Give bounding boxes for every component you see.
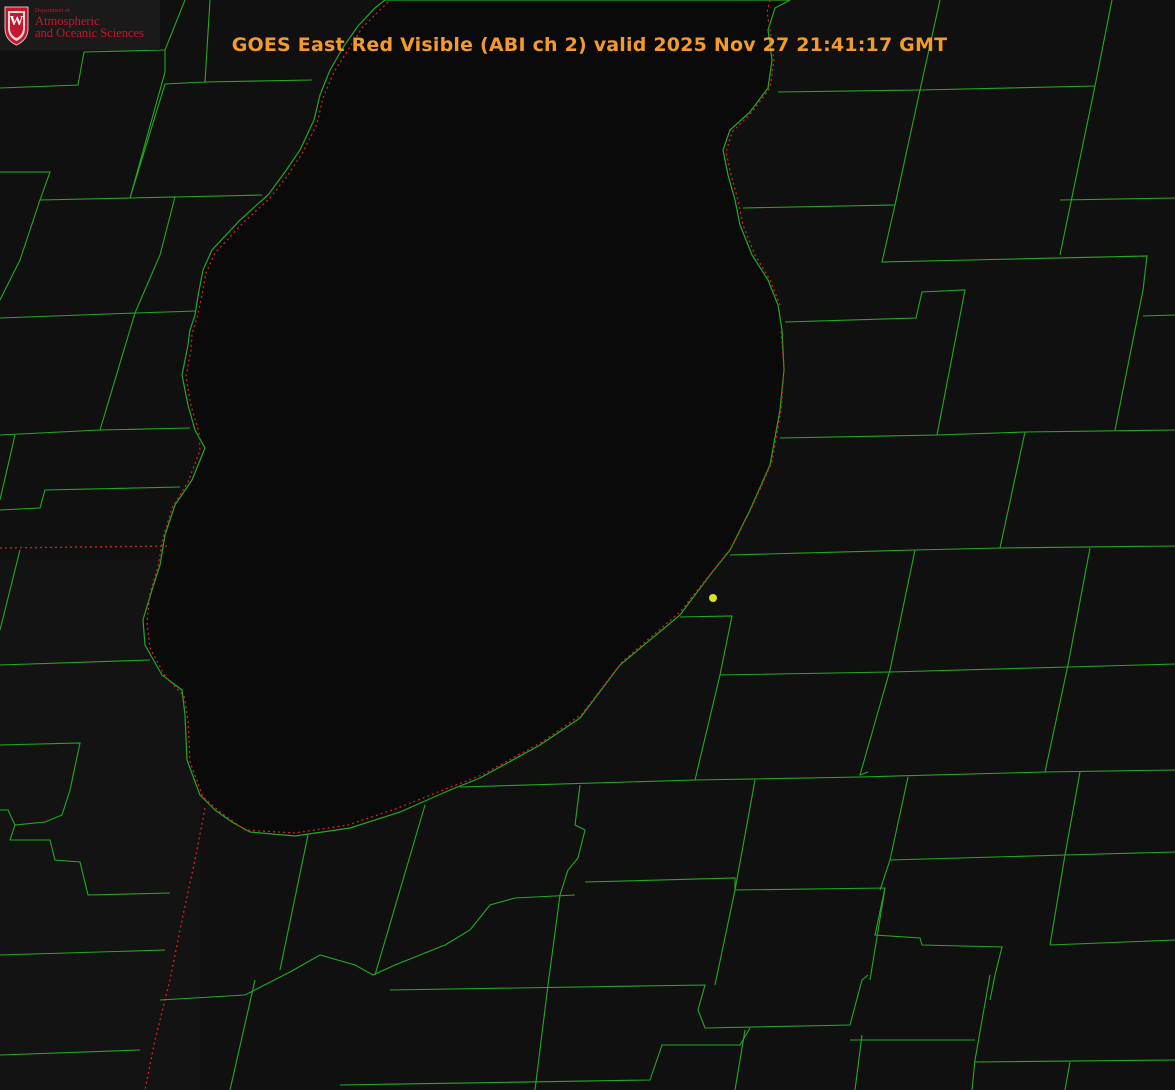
satellite-map — [0, 0, 1175, 1090]
location-marker — [709, 594, 717, 602]
satellite-viewer: W Department of Atmospheric and Oceanic … — [0, 0, 1175, 1090]
logo-letter: W — [9, 14, 24, 29]
page-title: GOES East Red Visible (ABI ch 2) valid 2… — [231, 34, 948, 56]
